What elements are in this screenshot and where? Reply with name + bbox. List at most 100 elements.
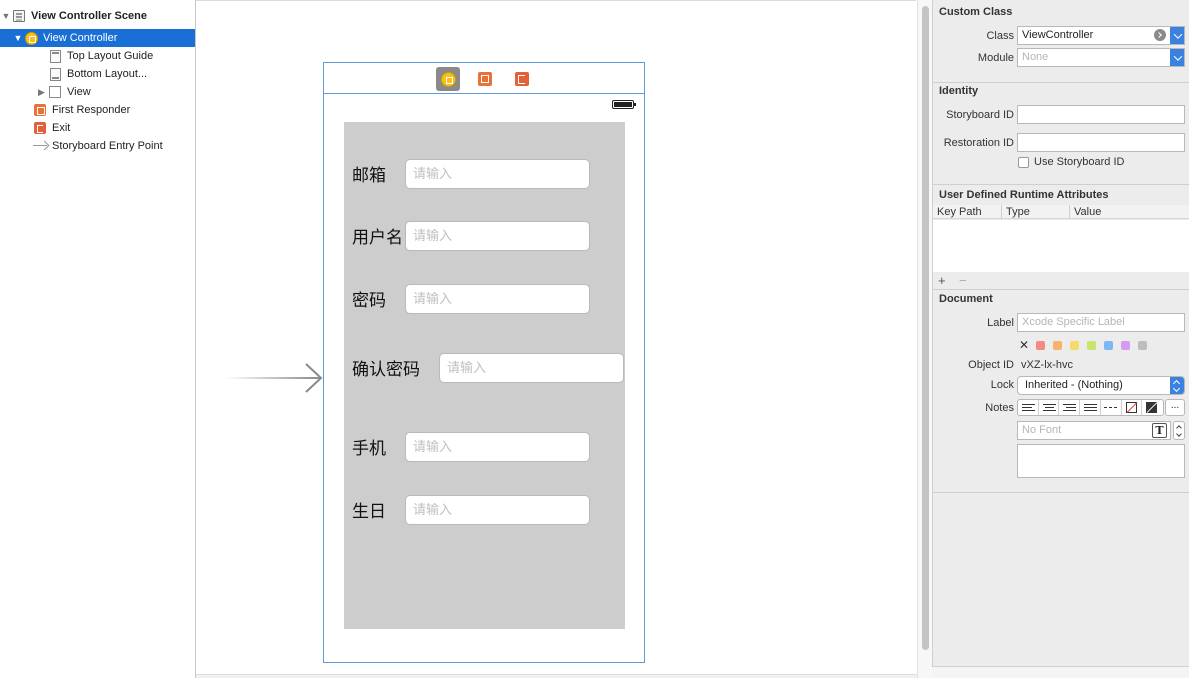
password-field[interactable]: 请输入	[405, 284, 590, 314]
chevron-down-icon[interactable]	[1170, 49, 1184, 66]
outline-item-label: View Controller	[43, 32, 118, 44]
runtime-attributes-table[interactable]	[933, 220, 1189, 272]
document-section-title: Document	[939, 293, 993, 305]
outline-item-label: View Controller Scene	[31, 10, 147, 22]
library-bar	[932, 666, 1189, 678]
label-color-blue[interactable]	[1104, 340, 1113, 350]
exit-icon	[33, 121, 47, 135]
outline-item-label: Top Layout Guide	[67, 50, 154, 62]
outline-item-label: First Responder	[52, 104, 131, 116]
canvas-vertical-scrollbar[interactable]	[917, 0, 932, 678]
xcode-label-field[interactable]: Xcode Specific Label	[1017, 313, 1185, 332]
divider	[933, 82, 1189, 83]
notes-text-area[interactable]	[1017, 444, 1185, 478]
up-down-chevron-icon[interactable]	[1170, 377, 1184, 394]
confirm-password-field[interactable]: 请输入	[439, 353, 624, 383]
label-color-yellow[interactable]	[1070, 340, 1079, 350]
label-color-red[interactable]	[1036, 340, 1045, 350]
outline-item-bottom-layout-guide[interactable]: Bottom Layout...	[0, 65, 195, 83]
canvas-horizontal-scrollbar[interactable]	[196, 674, 917, 678]
storyboard-entry-arrow-icon[interactable]	[226, 362, 326, 394]
runtime-attributes-section-title: User Defined Runtime Attributes	[939, 189, 1109, 201]
identity-section-title: Identity	[939, 85, 979, 97]
disclosure-open-icon[interactable]: ▼	[0, 11, 12, 21]
phone-field[interactable]: 请输入	[405, 432, 590, 462]
font-picker-icon[interactable]: T	[1152, 423, 1167, 438]
more-options-button[interactable]: ...	[1165, 399, 1185, 416]
align-center-icon[interactable]	[1039, 400, 1060, 415]
password-label[interactable]: 密码	[352, 286, 386, 311]
restoration-id-field[interactable]	[1017, 133, 1185, 152]
font-size-stepper[interactable]	[1173, 421, 1185, 440]
username-label[interactable]: 用户名	[352, 223, 403, 248]
birthday-label[interactable]: 生日	[352, 497, 386, 522]
go-to-class-icon[interactable]	[1154, 29, 1166, 41]
column-header-value[interactable]: Value	[1069, 205, 1101, 219]
font-field[interactable]: No Font T	[1017, 421, 1171, 440]
class-field[interactable]: ViewController	[1017, 26, 1185, 45]
outline-item-first-responder[interactable]: First Responder	[0, 101, 195, 119]
view-controller-icon	[24, 31, 38, 45]
label-color-orange[interactable]	[1053, 340, 1062, 350]
label-color-gray[interactable]	[1138, 340, 1147, 350]
outline-item-storyboard-entry-point[interactable]: Storyboard Entry Point	[0, 137, 195, 155]
outline-item-view[interactable]: ▶ View	[0, 83, 195, 101]
outline-item-label: Bottom Layout...	[67, 68, 148, 80]
phone-label[interactable]: 手机	[352, 434, 386, 459]
scrollbar-thumb[interactable]	[922, 6, 929, 650]
align-left-icon[interactable]	[1018, 400, 1039, 415]
entry-arrow-icon	[33, 139, 49, 153]
xcode-window: ▼ View Controller Scene ▼ View Controlle…	[0, 0, 1189, 678]
strikethrough-box-icon[interactable]	[1122, 400, 1143, 415]
column-header-type[interactable]: Type	[1001, 205, 1030, 219]
outline-item-scene[interactable]: ▼ View Controller Scene	[0, 7, 195, 25]
add-attribute-button[interactable]: +	[938, 273, 946, 288]
email-label[interactable]: 邮箱	[352, 161, 386, 186]
divider	[933, 184, 1189, 185]
align-natural-icon[interactable]	[1101, 400, 1122, 415]
storyboard-id-field[interactable]	[1017, 105, 1185, 124]
view-controller-icon[interactable]	[436, 67, 460, 91]
label-color-purple[interactable]	[1121, 340, 1130, 350]
notes-label: Notes	[985, 402, 1014, 414]
birthday-field[interactable]: 请输入	[405, 495, 590, 525]
column-header-key-path[interactable]: Key Path	[933, 205, 982, 219]
outline-item-label: Storyboard Entry Point	[52, 140, 163, 152]
bottom-layout-guide-icon	[48, 67, 62, 81]
view-controller-scene[interactable]: 邮箱 请输入 用户名 请输入 密码 请输入 确认密码 请输入 手机 请输入 生日…	[323, 62, 645, 663]
use-storyboard-id-label[interactable]: Use Storyboard ID	[1034, 156, 1124, 168]
outline-item-top-layout-guide[interactable]: Top Layout Guide	[0, 47, 195, 65]
exit-icon[interactable]	[510, 67, 534, 91]
divider	[933, 289, 1189, 290]
outline-item-label: Exit	[52, 122, 71, 134]
class-field-value: ViewController	[1022, 29, 1094, 41]
disclosure-closed-icon[interactable]: ▶	[35, 87, 48, 98]
outline-item-view-controller[interactable]: ▼ View Controller	[0, 29, 195, 47]
align-right-icon[interactable]	[1059, 400, 1081, 415]
disclosure-open-icon[interactable]: ▼	[12, 33, 24, 43]
confirm-password-label[interactable]: 确认密码	[352, 355, 420, 380]
module-field[interactable]: None	[1017, 48, 1185, 67]
use-storyboard-id-checkbox[interactable]	[1018, 157, 1029, 168]
email-field[interactable]: 请输入	[405, 159, 590, 189]
lock-label: Lock	[990, 379, 1014, 391]
battery-icon	[612, 100, 636, 109]
align-justify-icon[interactable]	[1080, 400, 1101, 415]
restoration-id-label: Restoration ID	[943, 137, 1014, 149]
form-container-view[interactable]: 邮箱 请输入 用户名 请输入 密码 请输入 确认密码 请输入 手机 请输入 生日…	[344, 122, 625, 629]
document-outline: ▼ View Controller Scene ▼ View Controlle…	[0, 0, 196, 678]
clear-label-color-icon[interactable]: ✕	[1019, 339, 1029, 351]
storyboard-id-label: Storyboard ID	[946, 109, 1014, 121]
module-label: Module	[977, 52, 1014, 64]
view-icon	[48, 85, 62, 99]
outline-item-exit[interactable]: Exit	[0, 119, 195, 137]
font-field-placeholder: No Font	[1022, 424, 1062, 436]
username-field[interactable]: 请输入	[405, 221, 590, 251]
lock-popup[interactable]: Inherited - (Nothing)	[1017, 376, 1185, 395]
filled-box-icon[interactable]	[1142, 400, 1163, 415]
remove-attribute-button[interactable]: −	[959, 273, 967, 288]
chevron-down-icon[interactable]	[1170, 27, 1184, 44]
label-color-green[interactable]	[1087, 340, 1096, 350]
label-color-swatches: ✕	[1019, 339, 1155, 351]
first-responder-icon[interactable]	[473, 67, 497, 91]
